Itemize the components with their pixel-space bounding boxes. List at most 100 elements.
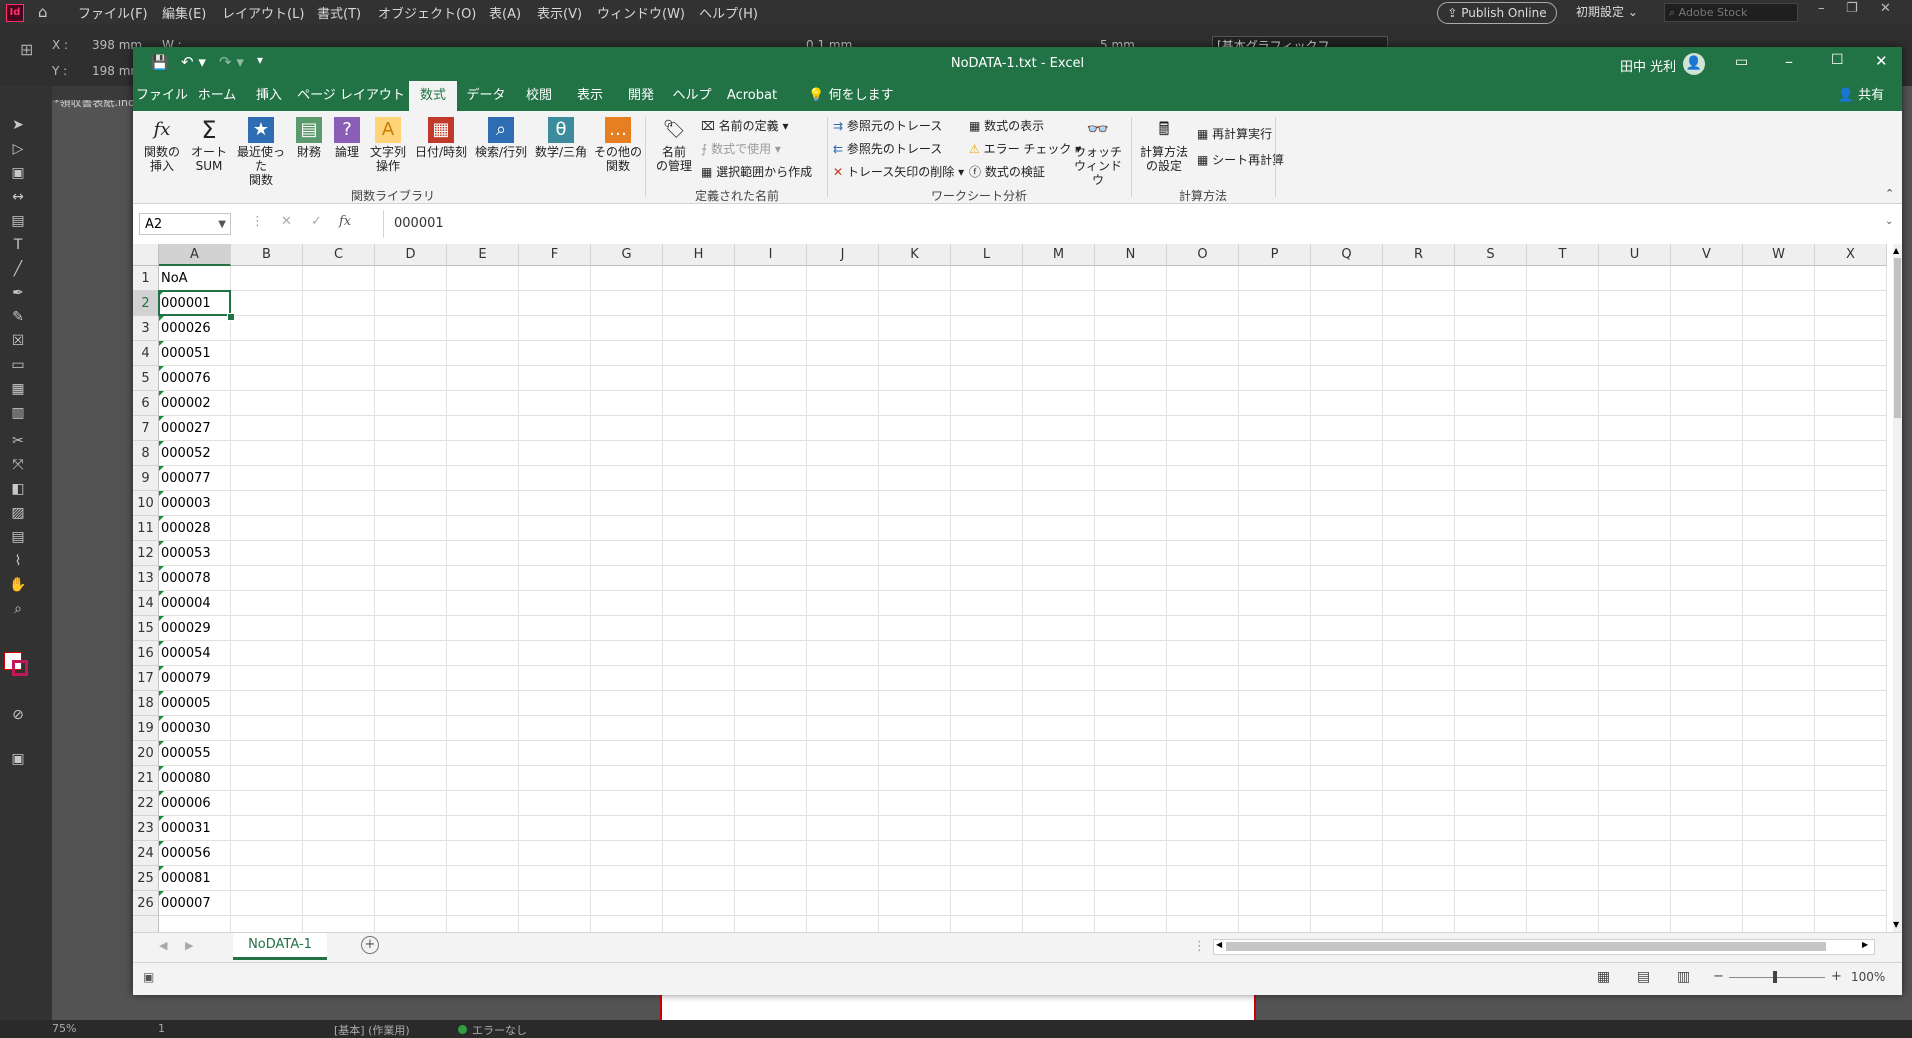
column-header[interactable]: O bbox=[1167, 244, 1239, 266]
cell-a[interactable]: 000002 bbox=[159, 391, 231, 416]
cell-a[interactable]: 000031 bbox=[159, 816, 231, 841]
cell-a[interactable]: 000079 bbox=[159, 666, 231, 691]
calculate-now-button[interactable]: ▦ 再計算実行 bbox=[1197, 125, 1272, 143]
grid-tool-icon[interactable]: ▥ bbox=[8, 404, 28, 422]
hand-tool-icon[interactable]: ✋ bbox=[8, 576, 28, 594]
zoom-level[interactable]: 100% bbox=[1851, 970, 1885, 984]
column-header[interactable]: E bbox=[447, 244, 519, 266]
expand-formula-bar-icon[interactable]: ⌄ bbox=[1885, 216, 1893, 227]
note-tool-icon[interactable]: ▤ bbox=[8, 528, 28, 546]
tell-me-search[interactable]: 💡 何をしますか bbox=[803, 81, 899, 133]
column-header[interactable]: G bbox=[591, 244, 663, 266]
tab-view[interactable]: 表示 bbox=[565, 81, 615, 111]
page-tool-icon[interactable]: ▣ bbox=[8, 164, 28, 182]
use-in-formula-button[interactable]: ⨍ 数式で使用 ▾ bbox=[701, 140, 781, 158]
line-tool-icon[interactable]: ╱ bbox=[8, 260, 28, 278]
collapse-ribbon-icon[interactable]: ⌃ bbox=[1885, 187, 1894, 200]
page-layout-view-icon[interactable]: ▤ bbox=[1637, 969, 1650, 985]
column-header[interactable]: L bbox=[951, 244, 1023, 266]
row-header[interactable]: 25 bbox=[133, 866, 159, 891]
indesign-menu-item[interactable]: 書式(T) bbox=[317, 3, 361, 22]
create-from-selection-button[interactable]: ▦ 選択範囲から作成 bbox=[701, 163, 812, 181]
row-header[interactable]: 16 bbox=[133, 641, 159, 666]
cell-a[interactable]: 000026 bbox=[159, 316, 231, 341]
preset-select[interactable]: [基本] (作業用) bbox=[334, 1022, 410, 1038]
fill-handle[interactable] bbox=[227, 313, 235, 321]
column-header[interactable]: A bbox=[159, 244, 231, 266]
indesign-minimize-button[interactable]: – bbox=[1818, 1, 1825, 16]
stroke-swatch[interactable] bbox=[12, 660, 28, 676]
calculation-options-button[interactable]: 🖩 計算方法 の設定 bbox=[1137, 117, 1191, 173]
column-header[interactable]: F bbox=[519, 244, 591, 266]
close-button[interactable]: ✕ bbox=[1875, 52, 1888, 70]
tab-insert[interactable]: 挿入 bbox=[243, 81, 295, 111]
evaluate-formula-button[interactable]: ⓕ 数式の検証 bbox=[969, 163, 1045, 181]
more-functions-button[interactable]: … その他の 関数 bbox=[593, 117, 643, 173]
logical-button[interactable]: ? 論理 bbox=[331, 117, 363, 159]
cell-a[interactable]: NoA bbox=[159, 266, 231, 291]
tab-file[interactable]: ファイル bbox=[133, 81, 191, 111]
stock-search-input[interactable]: ⌕ Adobe Stock bbox=[1664, 3, 1798, 22]
pen-tool-icon[interactable]: ✒ bbox=[8, 284, 28, 302]
hscroll-thumb[interactable] bbox=[1226, 942, 1826, 951]
indesign-close-button[interactable]: ✕ bbox=[1880, 1, 1891, 16]
row-header[interactable]: 4 bbox=[133, 341, 159, 366]
row-header[interactable]: 21 bbox=[133, 766, 159, 791]
gradient-tool-icon[interactable]: ◧ bbox=[8, 480, 28, 498]
financial-button[interactable]: ▤ 財務 bbox=[293, 117, 325, 159]
home-icon[interactable]: ⌂ bbox=[38, 3, 48, 21]
selection-tool-icon[interactable]: ➤ bbox=[8, 116, 28, 134]
apply-none-icon[interactable]: ⊘ bbox=[8, 706, 28, 724]
insert-function-button[interactable]: fx 関数の 挿入 bbox=[139, 117, 185, 173]
table-tool-icon[interactable]: ▦ bbox=[8, 380, 28, 398]
tab-split-handle[interactable]: ⋮ bbox=[1193, 939, 1206, 954]
indesign-menu-item[interactable]: オブジェクト(O) bbox=[378, 3, 476, 22]
maximize-button[interactable]: ☐ bbox=[1831, 52, 1844, 68]
indesign-menu-item[interactable]: 編集(E) bbox=[162, 3, 206, 22]
prev-sheet-icon[interactable]: ◀ bbox=[159, 939, 167, 952]
row-header[interactable]: 20 bbox=[133, 741, 159, 766]
column-header[interactable]: Q bbox=[1311, 244, 1383, 266]
column-header[interactable]: N bbox=[1095, 244, 1167, 266]
row-header[interactable]: 5 bbox=[133, 366, 159, 391]
tab-review[interactable]: 校閲 bbox=[513, 81, 565, 111]
free-transform-tool-icon[interactable]: ⤧ bbox=[8, 456, 28, 474]
column-header[interactable]: J bbox=[807, 244, 879, 266]
autosum-button[interactable]: Σ オート SUM bbox=[189, 117, 229, 173]
indesign-menu-item[interactable]: ファイル(F) bbox=[78, 3, 148, 22]
column-header[interactable]: X bbox=[1815, 244, 1887, 266]
row-header[interactable]: 12 bbox=[133, 541, 159, 566]
indesign-restore-button[interactable]: ❐ bbox=[1846, 1, 1858, 16]
column-header[interactable]: H bbox=[663, 244, 735, 266]
cell-a[interactable]: 000076 bbox=[159, 366, 231, 391]
tab-formulas[interactable]: 数式 bbox=[409, 81, 457, 111]
cell-a[interactable]: 000027 bbox=[159, 416, 231, 441]
zoom-in-button[interactable]: + bbox=[1831, 969, 1842, 984]
cell-a[interactable]: 000007 bbox=[159, 891, 231, 916]
vertical-scrollbar[interactable]: ▲ ▼ bbox=[1893, 244, 1902, 932]
zoom-slider[interactable] bbox=[1729, 977, 1825, 978]
error-checking-button[interactable]: ⚠ エラー チェック ▾ bbox=[969, 140, 1081, 158]
define-name-button[interactable]: ⌧ 名前の定義 ▾ bbox=[701, 117, 789, 135]
trace-precedents-button[interactable]: ⇉ 参照元のトレース bbox=[833, 117, 942, 135]
share-button[interactable]: 👤 共有 bbox=[1831, 81, 1891, 111]
scroll-down-icon[interactable]: ▼ bbox=[1893, 920, 1899, 929]
cell-a[interactable]: 000051 bbox=[159, 341, 231, 366]
workspace-switcher[interactable]: 初期設定 ⌄ bbox=[1576, 3, 1638, 20]
direct-selection-tool-icon[interactable]: ▷ bbox=[8, 140, 28, 158]
minimize-button[interactable]: – bbox=[1785, 52, 1793, 71]
normal-view-icon[interactable]: ▦ bbox=[1597, 969, 1610, 985]
column-header[interactable]: R bbox=[1383, 244, 1455, 266]
cell-a[interactable]: 000029 bbox=[159, 616, 231, 641]
name-box[interactable]: A2 ▼ bbox=[139, 213, 231, 235]
cell-a[interactable]: 000004 bbox=[159, 591, 231, 616]
column-header[interactable]: U bbox=[1599, 244, 1671, 266]
zoom-tool-icon[interactable]: ⌕ bbox=[8, 600, 28, 618]
tab-page-layout[interactable]: ページ レイアウト bbox=[295, 81, 407, 111]
cell-a[interactable]: 000053 bbox=[159, 541, 231, 566]
lookup-reference-button[interactable]: ⌕ 検索/行列 bbox=[473, 117, 529, 159]
cell-a[interactable]: 000006 bbox=[159, 791, 231, 816]
column-header[interactable]: I bbox=[735, 244, 807, 266]
next-sheet-icon[interactable]: ▶ bbox=[185, 939, 193, 952]
calculate-sheet-button[interactable]: ▦ シート再計算 bbox=[1197, 151, 1284, 169]
